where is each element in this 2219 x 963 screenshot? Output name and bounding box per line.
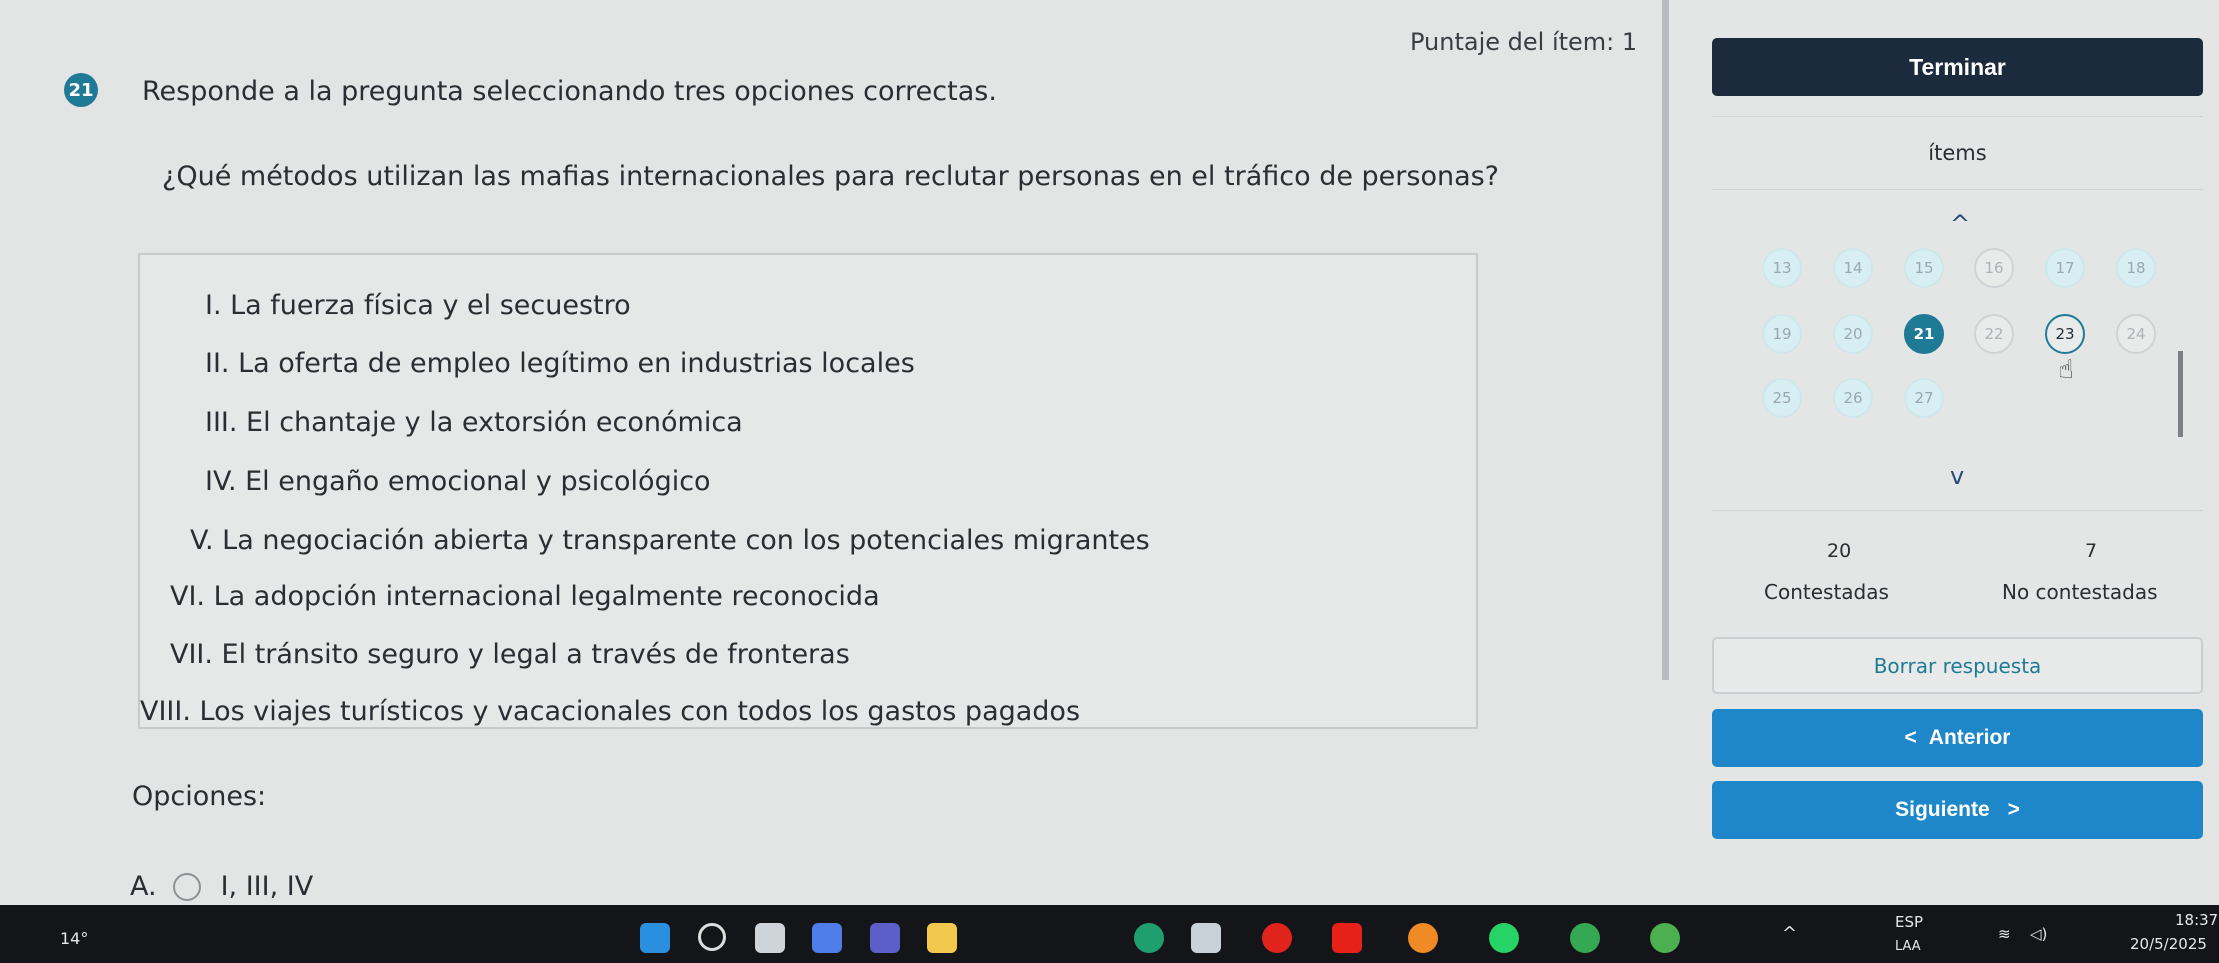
item-24[interactable]: 24 [2116,314,2156,354]
statement-4: IV. El engaño emocional y psicológico [205,466,711,497]
language-sub: LAA [1895,939,1921,954]
opera-icon[interactable] [1262,923,1292,953]
item-22[interactable]: 22 [1974,314,2014,354]
wifi-icon[interactable]: ≋ [1998,925,2011,943]
item-15[interactable]: 15 [1904,248,1944,288]
chevron-left-icon: < [1904,726,1917,749]
statement-3: III. El chantaje y la extorsión económic… [205,407,743,438]
unanswered-count: 7 [2085,540,2098,562]
language-indicator[interactable]: ESP [1895,913,1923,931]
item-17[interactable]: 17 [2045,248,2085,288]
anterior-label: Anterior [1928,726,2011,749]
item-16[interactable]: 16 [1974,248,2014,288]
items-scrollbar[interactable] [2178,351,2183,437]
clock-date[interactable]: 20/5/2025 [2130,935,2207,953]
item-23[interactable]: 23 [2045,314,2085,354]
statement-7: VII. El tránsito seguro y legal a través… [170,639,850,670]
chrome-profile-icon[interactable] [1650,923,1680,953]
item-13[interactable]: 13 [1762,248,1802,288]
copilot-icon[interactable] [812,923,842,953]
item-19[interactable]: 19 [1762,314,1802,354]
item-20[interactable]: 20 [1833,314,1873,354]
items-label: ítems [1928,141,1987,165]
terminar-button[interactable]: Terminar [1712,38,2203,96]
youtube-icon[interactable] [1332,923,1362,953]
options-label: Opciones: [132,781,267,812]
item-25[interactable]: 25 [1762,378,1802,418]
teams-icon[interactable] [870,923,900,953]
question-text: ¿Qué métodos utilizan las mafias interna… [162,161,1500,192]
borrar-respuesta-button[interactable]: Borrar respuesta [1712,637,2203,694]
answered-count: 20 [1827,540,1852,562]
question-number-badge: 21 [64,73,98,107]
chevron-down-icon[interactable]: v [1950,462,1964,490]
items-header: ítems [1712,116,2203,190]
clock-time[interactable]: 18:37 [2175,911,2218,929]
siguiente-label: Siguiente [1895,798,1990,821]
file-explorer-icon[interactable] [927,923,957,953]
item-21[interactable]: 21 [1904,314,1944,354]
item-18[interactable]: 18 [2116,248,2156,288]
option-a[interactable]: A. I, III, IV [130,871,313,902]
statement-8: VIII. Los viajes turísticos y vacacional… [140,696,1081,727]
item-26[interactable]: 26 [1833,378,1873,418]
siguiente-button[interactable]: Siguiente > [1712,781,2203,839]
chevron-right-icon: > [2007,798,2020,821]
statements-box: I. La fuerza física y el secuestro II. L… [138,253,1478,729]
item-14[interactable]: 14 [1833,248,1873,288]
whatsapp-icon[interactable] [1489,923,1519,953]
edge-icon[interactable] [1134,923,1164,953]
question-instruction: Responde a la pregunta seleccionando tre… [142,76,997,107]
firefox-icon[interactable] [1408,923,1438,953]
statement-6: VI. La adopción internacional legalmente… [170,581,880,612]
weather-temp[interactable]: 14° [60,929,88,948]
statement-5: V. La negociación abierta y transparente… [190,525,1150,556]
tray-chevron-up-icon[interactable]: ^ [1782,923,1797,944]
windows-start-icon[interactable] [640,923,670,953]
unanswered-label: No contestadas [2002,580,2158,604]
search-icon[interactable] [698,923,726,951]
chevron-up-icon[interactable]: ^ [1950,210,1970,238]
option-a-text: I, III, IV [220,871,314,902]
option-a-letter: A. [130,871,157,902]
task-view-icon[interactable] [755,923,785,953]
question-area: Puntaje del ítem: 1 21 Responde a la pre… [0,0,1665,905]
chrome-icon[interactable] [1570,923,1600,953]
panel-divider [1662,0,1669,680]
volume-icon[interactable]: ◁) [2030,925,2047,943]
statement-2: II. La oferta de empleo legítimo en indu… [205,348,915,379]
item-27[interactable]: 27 [1904,378,1944,418]
answered-label: Contestadas [1764,580,1889,604]
option-a-radio[interactable] [172,872,201,901]
hand-cursor-icon: ☝ [2058,355,2074,385]
store-icon[interactable] [1191,923,1221,953]
stats-divider [1712,510,2203,511]
statement-1: I. La fuerza física y el secuestro [205,290,631,321]
taskbar: 14° ^ ESP LAA ≋ ◁) 18:37 20/5/2025 [0,905,2219,963]
item-score: Puntaje del ítem: 1 [1410,28,1638,56]
anterior-button[interactable]: < Anterior [1712,709,2203,767]
